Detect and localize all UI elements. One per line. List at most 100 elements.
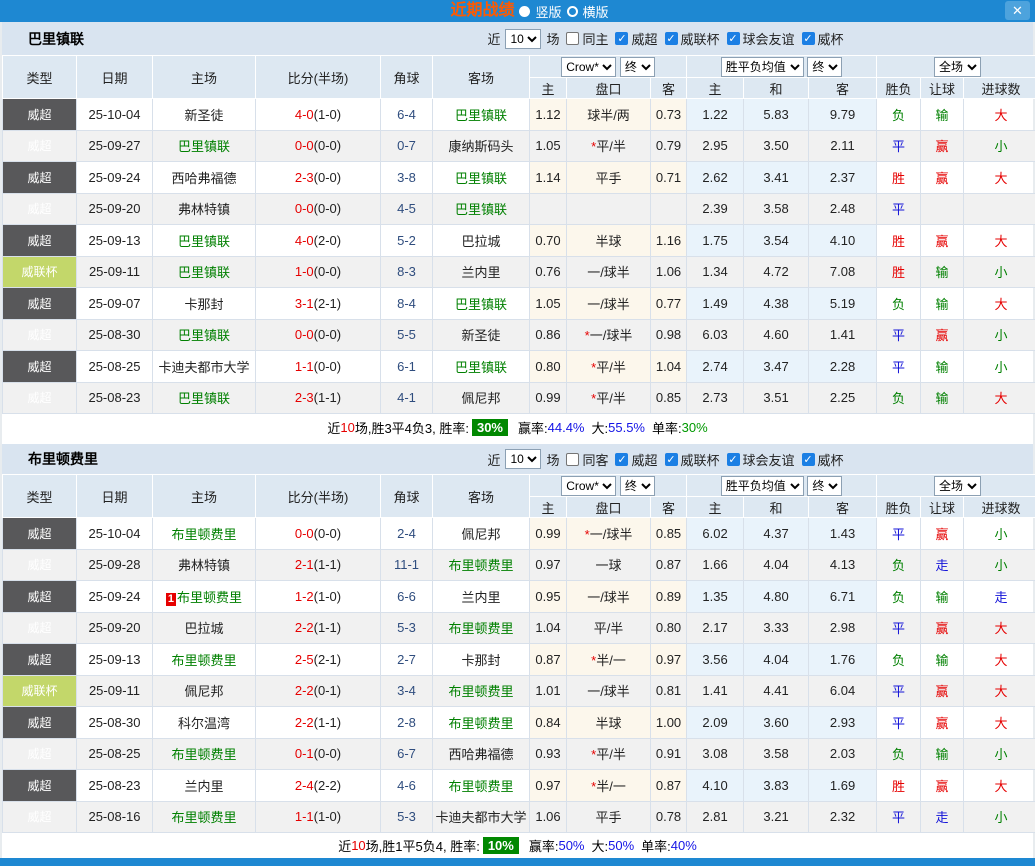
corners: 4-6 [381,770,433,802]
halftime-score: (0-0) [314,170,341,185]
avg-final-select[interactable]: 终 [807,57,842,77]
avg-draw: 3.83 [744,770,809,802]
handicap-line: 球半/两 [587,108,630,123]
odds-select-cell: Crow* 终 [530,56,687,78]
result-goals: 大 [964,675,1035,707]
score: 0-1(0-0) [256,738,381,770]
fulltime-score: 2-5 [295,652,314,667]
halftime-score: (0-0) [314,359,341,374]
match-date: 25-08-23 [77,382,153,414]
corners: 4-5 [381,193,433,225]
league-label-cup: 威杯 [818,450,844,469]
league-checkbox-cup[interactable]: ✓ [802,32,815,45]
away-team: 布里顿费里 [433,612,530,644]
same-venue-checkbox[interactable] [566,32,579,45]
fulltime-score: 0-0 [295,327,314,342]
match-date: 25-10-04 [77,99,153,131]
fulltime-score: 0-0 [295,138,314,153]
result-wdl: 负 [877,549,921,581]
league-checkbox-leaguecup[interactable]: ✓ [665,32,678,45]
handicap-line: 一/球半 [587,590,630,605]
page-title: 近期战绩 [450,1,514,21]
league-checkbox-friendly[interactable]: ✓ [727,453,740,466]
games-label: 场 [546,450,559,469]
result-handicap [921,193,964,225]
away-team: 兰内里 [433,581,530,613]
home-team: 巴里镇联 [153,256,256,288]
avg-type-select[interactable]: 胜平负均值 [721,476,804,496]
match-count-select[interactable]: 10 [505,29,541,49]
result-handicap: 赢 [921,319,964,351]
odds-company-select[interactable]: Crow* [561,476,616,496]
win-value: 50% [558,838,584,853]
odds-home: 0.97 [530,549,567,581]
radio-horizontal-label: 横版 [583,2,609,21]
result-wdl: 平 [877,801,921,833]
result-handicap: 赢 [921,770,964,802]
fulltime-score: 2-2 [295,683,314,698]
league-checkbox-friendly[interactable]: ✓ [727,32,740,45]
avg-final-select[interactable]: 终 [807,476,842,496]
away-team-name: 布里顿费里 [448,558,513,573]
result-goals: 小 [964,319,1035,351]
result-wdl: 胜 [877,770,921,802]
avg-away: 1.41 [809,319,877,351]
avg-select-cell: 胜平负均值 终 [687,56,877,78]
match-type: 威超 [3,351,77,383]
home-team: 巴里镇联 [153,130,256,162]
away-team-name: 布里顿费里 [448,779,513,794]
avg-away: 1.76 [809,644,877,676]
corners: 2-8 [381,707,433,739]
close-icon[interactable]: ✕ [1005,1,1030,20]
col-date: 日期 [77,475,153,518]
single-value: 40% [671,838,697,853]
result-wdl: 负 [877,644,921,676]
summary-stats: 场,胜1平5负4, 胜率: [366,836,480,855]
avg-home: 3.08 [687,738,744,770]
halftime-score: (1-1) [314,715,341,730]
result-goals: 走 [964,581,1035,613]
home-team: 布里顿费里 [153,518,256,550]
avg-away: 9.79 [809,99,877,131]
halftime-score: (2-1) [314,296,341,311]
corners: 3-8 [381,162,433,194]
halftime-score: (0-0) [314,201,341,216]
halftime-score: (1-1) [314,620,341,635]
home-team: 卡那封 [153,288,256,320]
subcol-avg-away: 客 [809,78,877,99]
odds-final-select[interactable]: 终 [620,57,655,77]
odds-final-select[interactable]: 终 [620,476,655,496]
radio-horizontal[interactable] [567,6,578,17]
avg-type-select[interactable]: 胜平负均值 [721,57,804,77]
result-handicap: 赢 [921,130,964,162]
odds-company-select[interactable]: Crow* [561,57,616,77]
big-label: 大: [592,836,609,855]
avg-home: 4.10 [687,770,744,802]
away-team-name: 巴里镇联 [455,360,507,375]
odds-line: 平手 [567,801,651,833]
fulltime-score: 0-1 [295,746,314,761]
league-checkbox-cup[interactable]: ✓ [802,453,815,466]
avg-away: 4.13 [809,549,877,581]
away-team-name: 新圣徒 [461,328,500,343]
match-date: 25-09-11 [77,675,153,707]
match-type: 威超 [3,518,77,550]
radio-vertical[interactable] [519,6,530,17]
league-checkbox-super[interactable]: ✓ [615,32,628,45]
same-venue-checkbox[interactable] [566,453,579,466]
corners: 2-4 [381,518,433,550]
odds-home: 1.12 [530,99,567,131]
odds-away: 0.85 [651,518,687,550]
match-type: 威超 [3,193,77,225]
big-value: 50% [608,838,634,853]
avg-away: 6.71 [809,581,877,613]
scope-select[interactable]: 全场 [934,476,981,496]
match-count-select[interactable]: 10 [505,449,541,469]
league-checkbox-leaguecup[interactable]: ✓ [665,453,678,466]
handicap-line: 平手 [595,810,621,825]
match-row: 威超25-08-23兰内里2-4(2-2)4-6布里顿费里0.97*半/一0.8… [3,770,1035,802]
result-goals: 大 [964,99,1035,131]
league-checkbox-super[interactable]: ✓ [615,453,628,466]
subcol-avg-draw: 和 [744,497,809,518]
scope-select[interactable]: 全场 [934,57,981,77]
